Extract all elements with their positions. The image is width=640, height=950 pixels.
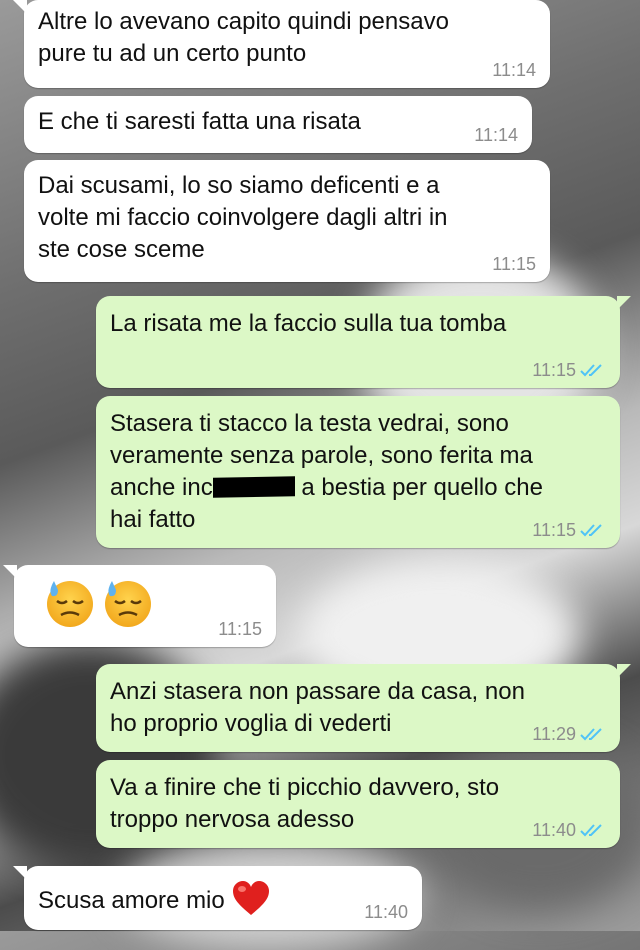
redaction-bar (212, 476, 295, 498)
message-bubble-incoming[interactable]: Altre lo avevano capito quindi pensavo p… (13, 0, 550, 88)
message-text: Dai scusami, lo so siamo deficenti e a v… (38, 172, 448, 263)
message-time: 11:40 (532, 820, 576, 840)
downcast-sweat-face-emoji (47, 581, 93, 627)
message-bubble-incoming[interactable]: Dai scusami, lo so siamo deficenti e a v… (24, 160, 550, 282)
double-check-read-icon (580, 824, 602, 837)
double-check-read-icon (580, 364, 602, 377)
message-time: 11:15 (218, 619, 262, 639)
message-text: Stasera ti stacco la testa vedrai, sono … (110, 410, 543, 533)
chat-message-list[interactable]: Altre lo avevano capito quindi pensavo p… (0, 0, 640, 931)
message-bubble-outgoing[interactable]: Stasera ti stacco la testa vedrai, sono … (96, 396, 620, 548)
message-time: 11:29 (532, 724, 576, 744)
red-heart-emoji (232, 881, 269, 915)
message-time: 11:15 (532, 360, 576, 380)
message-text: Scusa amore mio (38, 881, 271, 915)
message-text: E che ti saresti fatta una risata (38, 108, 361, 135)
message-time: 11:14 (474, 125, 518, 145)
downcast-sweat-face-emoji (105, 581, 151, 627)
message-bubble-incoming[interactable]: Scusa amore mio 11:40 (13, 866, 422, 930)
double-check-read-icon (580, 728, 602, 741)
message-bubble-outgoing[interactable]: Va a finire che ti picchio davvero, sto … (96, 760, 620, 848)
message-time: 11:14 (492, 60, 536, 80)
message-text: La risata me la faccio sulla tua tomba (110, 310, 507, 337)
message-text: Altre lo avevano capito quindi pensavo p… (38, 8, 449, 67)
message-bubble-incoming[interactable]: 11:15 (3, 565, 276, 647)
message-time: 11:15 (492, 254, 536, 274)
message-bubble-outgoing[interactable]: La risata me la faccio sulla tua tomba 1… (96, 296, 631, 388)
message-time: 11:15 (532, 520, 576, 540)
message-bubble-outgoing[interactable]: Anzi stasera non passare da casa, non ho… (96, 664, 631, 752)
message-bubble-incoming[interactable]: E che ti saresti fatta una risata 11:14 (24, 96, 532, 153)
message-time: 11:40 (364, 902, 408, 922)
double-check-read-icon (580, 524, 602, 537)
